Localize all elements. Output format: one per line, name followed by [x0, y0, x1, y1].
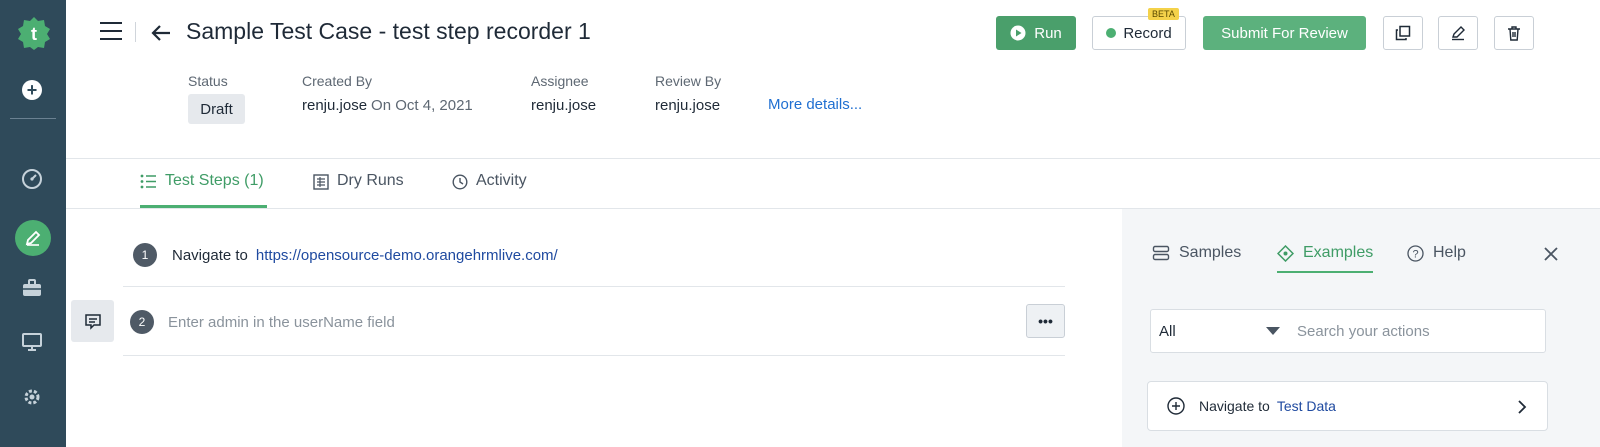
step-more-options-button[interactable]: ••• — [1026, 304, 1065, 338]
action-item-navigate-to[interactable]: Navigate to Test Data — [1147, 381, 1548, 431]
assignee-value: renju.jose — [531, 97, 597, 114]
submit-for-review-button[interactable]: Submit For Review — [1203, 16, 1366, 50]
panel-tab-samples-label: Samples — [1179, 244, 1242, 261]
header-divider — [66, 158, 1600, 159]
action-item-target: Test Data — [1276, 398, 1336, 414]
status-label: Status — [188, 73, 228, 89]
assignee-label: Assignee — [531, 73, 589, 89]
sidebar-divider — [10, 118, 56, 119]
delete-button[interactable] — [1494, 16, 1534, 50]
samples-icon — [1152, 245, 1170, 261]
close-icon[interactable] — [1542, 245, 1560, 263]
step-divider — [123, 286, 1065, 287]
run-button[interactable]: Run — [996, 16, 1076, 50]
new-step-input[interactable]: Enter admin in the userName field — [168, 314, 395, 331]
action-filter-value: All — [1159, 322, 1176, 340]
step-number-badge: 1 — [133, 243, 157, 267]
created-by-value: renju.jose On Oct 4, 2021 — [302, 97, 473, 114]
sidebar: t + — [0, 0, 66, 447]
dashboard-gauge-icon[interactable] — [19, 166, 45, 192]
testsigma-logo-icon[interactable]: t — [16, 15, 52, 51]
created-date: On Oct 4, 2021 — [371, 97, 473, 114]
comment-icon — [84, 313, 101, 330]
panel-tab-samples[interactable]: Samples — [1152, 244, 1241, 262]
svg-text:t: t — [31, 24, 37, 44]
beta-badge: BETA — [1148, 8, 1179, 20]
tab-test-steps-label: Test Steps (1) — [165, 172, 264, 189]
step-row[interactable]: Navigate to https://opensource-demo.orang… — [172, 247, 558, 264]
step-divider — [123, 355, 1065, 356]
action-filter-select[interactable]: All — [1159, 310, 1289, 352]
play-icon — [1010, 25, 1026, 41]
settings-gear-icon[interactable] — [19, 384, 45, 410]
record-label: Record — [1123, 24, 1172, 42]
chevron-right-icon — [1518, 400, 1527, 414]
tab-activity-label: Activity — [476, 172, 527, 189]
clock-icon — [452, 174, 468, 190]
panel-tab-examples-label: Examples — [1303, 244, 1374, 261]
dry-runs-icon — [313, 174, 329, 190]
pencil-icon — [25, 230, 41, 246]
svg-text:?: ? — [1412, 248, 1418, 260]
comment-button[interactable] — [71, 300, 114, 342]
panel-tab-examples[interactable]: Examples — [1277, 244, 1373, 262]
step-action: Navigate to — [172, 247, 248, 264]
created-by-label: Created By — [302, 73, 373, 89]
tab-activity[interactable]: Activity — [452, 172, 527, 208]
tab-dry-runs-label: Dry Runs — [337, 172, 404, 189]
record-button[interactable]: Record — [1092, 16, 1186, 50]
back-arrow-icon[interactable] — [150, 22, 172, 44]
step-url-value[interactable]: https://opensource-demo.orangehrmlive.co… — [256, 247, 558, 264]
action-search-bar: All — [1150, 309, 1546, 353]
review-by-label: Review By — [655, 73, 722, 89]
edit-button[interactable] — [1438, 16, 1478, 50]
edit-pencil-icon — [1452, 26, 1465, 41]
step-number-badge: 2 — [130, 310, 154, 334]
monitor-icon[interactable] — [19, 329, 45, 355]
app-window: t + Sample Test Case - test step recorde… — [0, 0, 1600, 447]
menu-toggle-icon[interactable] — [100, 22, 122, 40]
status-badge: Draft — [188, 94, 245, 124]
plus-circle-icon[interactable]: + — [22, 80, 42, 100]
page-title: Sample Test Case - test step recorder 1 — [186, 18, 591, 44]
actions-panel: Samples Examples ? Help All Navigate to … — [1122, 209, 1600, 447]
panel-tab-help-label: Help — [1433, 244, 1466, 261]
record-dot-icon — [1106, 28, 1117, 38]
add-circle-icon — [1167, 397, 1185, 415]
copy-icon — [1395, 25, 1411, 41]
tab-test-steps[interactable]: Test Steps (1) — [140, 172, 264, 208]
more-details-link[interactable]: More details... — [768, 96, 862, 113]
caret-down-icon — [1266, 327, 1280, 335]
examples-diamond-icon — [1277, 244, 1294, 262]
trash-icon — [1508, 26, 1520, 41]
review-by-value: renju.jose — [655, 97, 721, 114]
list-icon — [140, 174, 156, 189]
panel-active-tab-indicator — [1277, 271, 1373, 273]
briefcase-icon[interactable] — [19, 275, 45, 301]
sidebar-item-test-development[interactable] — [15, 220, 51, 256]
run-label: Run — [1034, 24, 1062, 42]
help-icon: ? — [1407, 244, 1424, 262]
header-separator — [135, 22, 136, 42]
tab-dry-runs[interactable]: Dry Runs — [313, 172, 404, 208]
panel-tab-help[interactable]: ? Help — [1407, 244, 1466, 262]
created-by-user: renju.jose — [302, 97, 368, 114]
action-item-prefix: Navigate to — [1199, 398, 1270, 414]
action-search-input[interactable] — [1297, 310, 1537, 352]
copy-button[interactable] — [1383, 16, 1423, 50]
